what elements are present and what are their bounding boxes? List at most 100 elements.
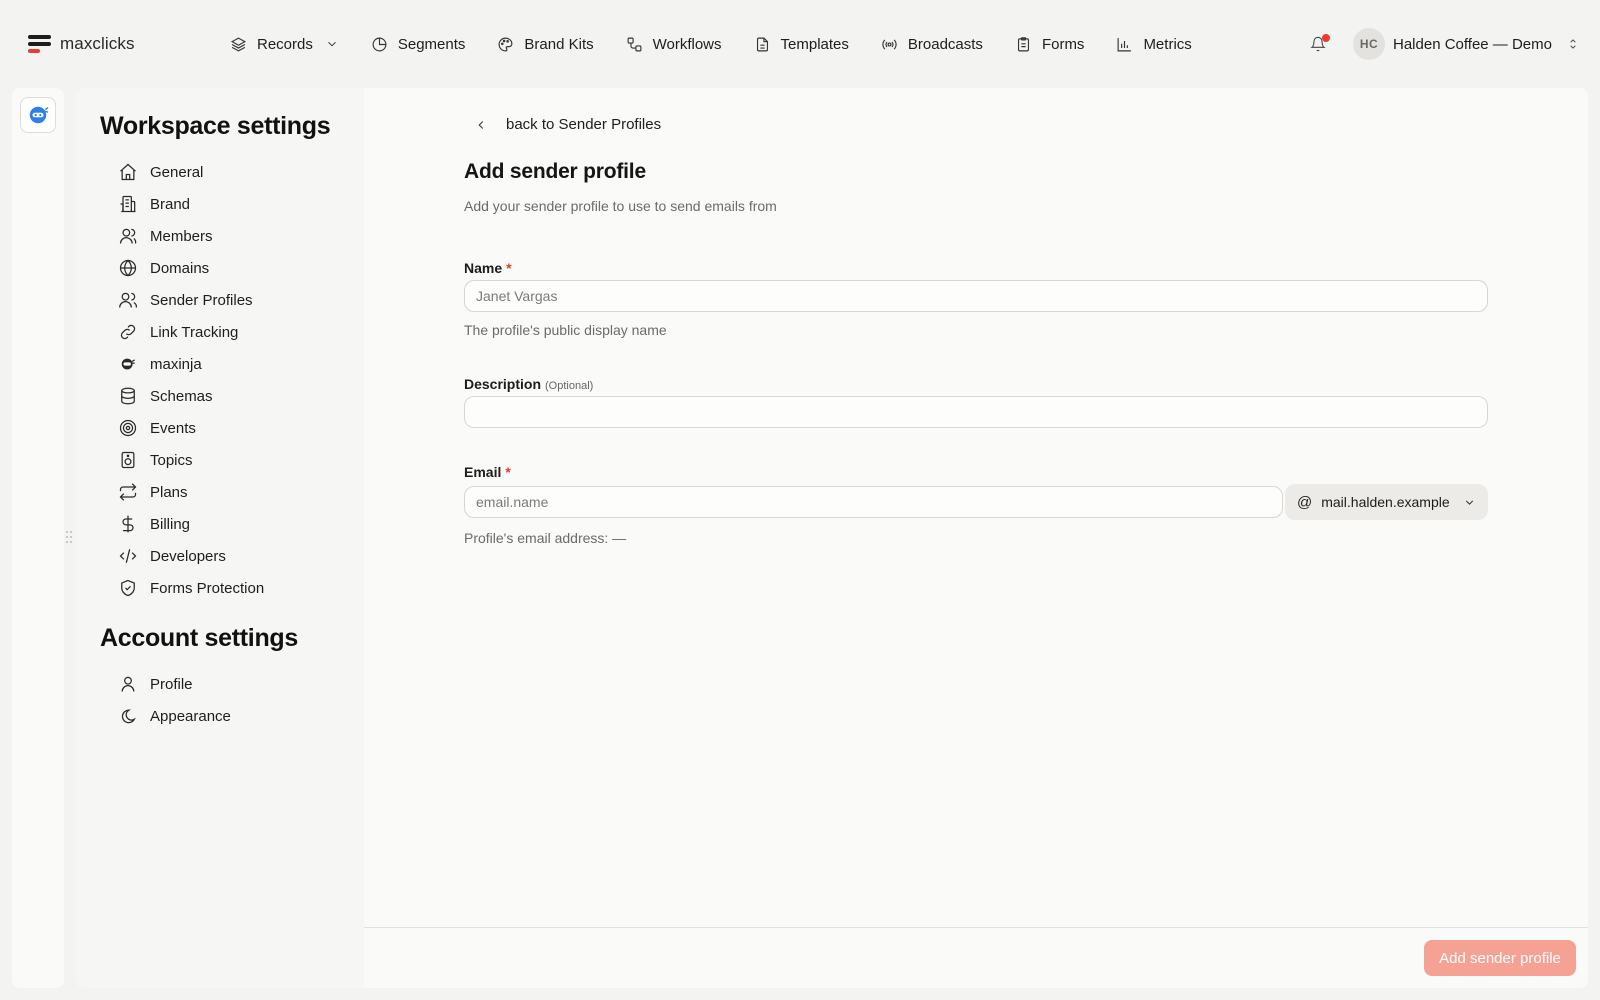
nav-item-label: Forms [1041,35,1085,53]
workflow-icon [627,37,642,51]
sidebar-item-maxinja[interactable]: maxinja [118,348,264,380]
sidebar-item-forms-protection[interactable]: Forms Protection [118,572,264,604]
home-icon [120,163,136,181]
sidebar-item-plans[interactable]: Plans [118,476,264,508]
nav-item-metrics[interactable]: Metrics [1116,30,1192,58]
nav-item-label: Metrics [1143,35,1192,53]
email-hint: Profile's email address: — [464,530,627,546]
clipboard-icon [1017,36,1029,51]
nav-item-broadcasts[interactable]: Broadcasts [881,30,983,58]
name-hint: The profile's public display name [464,322,667,338]
required-mark: * [505,464,511,480]
email-domain-value: mail.halden.example [1321,494,1450,510]
description-label-text: Description [464,376,542,392]
nav-item-label: Segments [397,35,466,53]
sidebar-item-label: Sender Profiles [150,291,253,309]
broadcast-icon [882,38,897,50]
back-link-label: back to Sender Profiles [506,116,662,133]
sidebar-item-label: Events [150,419,196,437]
resize-handle[interactable] [66,531,74,545]
repeat-icon [119,483,137,501]
sidebar-item-developers[interactable]: Developers [118,540,264,572]
description-label: Description (Optional) [464,376,593,392]
rail-assistant-button[interactable] [20,97,56,133]
nav-item-label: Broadcasts [907,35,983,53]
nav-item-templates[interactable]: Templates [754,30,849,58]
notification-dot [1322,34,1330,42]
users-icon [119,292,137,308]
sidebar-item-label: Domains [150,259,210,277]
ninja-icon [121,358,136,370]
person-icon [121,676,135,692]
nav-item-workflows[interactable]: Workflows [626,30,722,58]
account-name: Halden Coffee — Demo [1393,35,1552,53]
workspace-settings-list: General Brand Members Domains Sender Pro… [118,156,264,604]
avatar: HC [1353,28,1385,60]
top-bar: maxclicks Records Segments Brand Kits Wo… [0,0,1600,88]
code-icon [119,549,137,563]
page-subtitle: Add your sender profile to use to send e… [464,198,777,214]
settings-sidebar: Workspace settings General Brand Members… [76,88,364,988]
logo-mark-icon [28,34,52,54]
nav-item-label: Workflows [652,35,722,53]
chevron-down-icon [328,41,336,47]
sidebar-item-events[interactable]: Events [118,412,264,444]
link-icon [120,324,136,340]
ninja-bot-icon [29,106,49,124]
sidebar-item-brand[interactable]: Brand [118,188,264,220]
dollar-icon [122,515,134,533]
sidebar-item-label: Topics [150,451,193,469]
nav-item-brand-kits[interactable]: Brand Kits [497,30,594,58]
workspace-settings-heading: Workspace settings [100,112,331,140]
notifications-button[interactable] [1310,34,1330,55]
email-label-text: Email [464,464,502,480]
account-switcher[interactable]: HC Halden Coffee — Demo [1353,28,1580,60]
sidebar-item-label: Forms Protection [150,579,265,597]
nav-item-records[interactable]: Records [230,30,339,58]
logo-text: maxclicks [60,34,135,53]
sidebar-item-members[interactable]: Members [118,220,264,252]
at-icon: @ [1297,493,1313,511]
optional-tag: (Optional) [545,380,594,392]
sidebar-item-label: Appearance [150,707,231,725]
email-name-input[interactable] [464,486,1283,518]
nav-item-forms[interactable]: Forms [1015,30,1085,58]
sidebar-item-appearance[interactable]: Appearance [118,700,231,732]
sidebar-item-general[interactable]: General [118,156,264,188]
page-title: Add sender profile [464,160,646,183]
sidebar-item-billing[interactable]: Billing [118,508,264,540]
main-panel: back to Sender Profiles Add sender profi… [364,88,1588,988]
name-input[interactable] [464,280,1488,312]
main-nav: Records Segments Brand Kits Workflows Te… [230,30,1224,58]
back-link[interactable]: back to Sender Profiles [474,116,661,133]
sidebar-item-domains[interactable]: Domains [118,252,264,284]
nav-item-segments[interactable]: Segments [371,30,466,58]
sidebar-item-label: Developers [150,547,226,565]
sidebar-item-label: Plans [150,483,188,501]
app-logo[interactable]: maxclicks [28,34,135,54]
layers-icon [230,36,247,52]
globe-icon [119,259,137,277]
sidebar-item-topics[interactable]: Topics [118,444,264,476]
add-sender-profile-button[interactable]: Add sender profile [1424,940,1576,976]
palette-icon [498,37,513,51]
email-domain-select[interactable]: @ mail.halden.example [1285,484,1488,520]
nav-item-label: Templates [780,35,849,53]
sidebar-item-label: Profile [150,675,193,693]
sidebar-item-link-tracking[interactable]: Link Tracking [118,316,264,348]
nav-item-label: Brand Kits [524,35,594,53]
sidebar-item-sender-profiles[interactable]: Sender Profiles [118,284,264,316]
sidebar-item-schemas[interactable]: Schemas [118,380,264,412]
sidebar-item-label: Link Tracking [150,323,239,341]
account-settings-heading: Account settings [100,624,298,652]
database-icon [121,387,135,405]
description-input[interactable] [464,396,1488,428]
bar-chart-icon [1117,37,1132,51]
sidebar-item-label: maxinja [150,355,202,373]
speaker-icon [121,451,135,469]
sidebar-item-profile[interactable]: Profile [118,668,231,700]
name-label: Name * [464,260,512,276]
email-label: Email * [464,464,511,480]
moon-icon [120,707,136,724]
chevron-down-icon [1465,500,1474,505]
